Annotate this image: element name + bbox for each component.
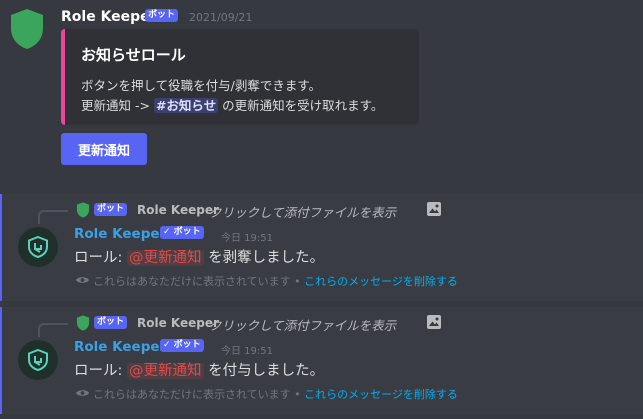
image-icon: [427, 315, 441, 329]
image-icon: [427, 202, 441, 216]
ephemeral-message: ボット Role Keeper クリックして添付ファイルを表示 Role Kee…: [0, 307, 643, 414]
bot-tag: ボット: [145, 9, 179, 22]
avatar[interactable]: [18, 340, 58, 380]
reply-preview[interactable]: クリックして添付ファイルを表示: [209, 315, 396, 334]
message-timestamp: 今日 19:51: [221, 346, 273, 357]
ephemeral-note: これらはあなただけに表示されています • これらのメッセージを削除する: [93, 386, 458, 402]
reply-author[interactable]: Role Keeper: [137, 316, 219, 330]
update-notification-button[interactable]: 更新通知: [61, 133, 147, 165]
embed-title: お知らせロール: [81, 46, 186, 64]
content-text: ロール:: [74, 250, 123, 266]
ephemeral-message: ボット Role Keeper クリックして添付ファイルを表示 Role Kee…: [0, 194, 643, 301]
reply-connector: [38, 323, 68, 337]
ephemeral-note: これらはあなただけに表示されています • これらのメッセージを削除する: [93, 273, 458, 289]
delete-messages-link[interactable]: これらのメッセージを削除する: [304, 388, 458, 401]
bot-tag: ボット: [94, 316, 128, 329]
message-author[interactable]: Role Keeper: [74, 226, 166, 242]
content-text: を剥奪しました。: [208, 250, 325, 266]
embed-description-line: 更新通知 -> #お知らせ の更新通知を受け取れます。: [81, 95, 383, 114]
ephemeral-note-text: これらはあなただけに表示されています •: [93, 388, 301, 401]
message-timestamp: 今日 19:51: [221, 233, 273, 244]
channel-mention[interactable]: #お知らせ: [153, 98, 219, 113]
message-author[interactable]: Role Keeper: [61, 9, 157, 25]
avatar-icon: [28, 348, 48, 372]
reply-connector: [38, 210, 68, 224]
delete-messages-link[interactable]: これらのメッセージを削除する: [304, 275, 458, 288]
bot-shield-avatar-icon[interactable]: [9, 8, 45, 50]
role-mention[interactable]: @更新通知: [127, 363, 204, 379]
message-content: ロール: @更新通知 を剥奪しました。: [74, 246, 324, 267]
content-text: ロール:: [74, 363, 123, 379]
verified-bot-tag: ✓ ボット: [160, 339, 204, 352]
shield-icon: [76, 202, 90, 218]
ephemeral-note-text: これらはあなただけに表示されています •: [93, 275, 301, 288]
reply-author[interactable]: Role Keeper: [137, 203, 219, 217]
message-timestamp: 2021/09/21: [189, 11, 253, 24]
embed-text: 更新通知 ->: [81, 98, 150, 113]
shield-icon: [76, 315, 90, 331]
eye-icon: [75, 277, 90, 283]
bot-tag: ボット: [94, 203, 128, 216]
message-content: ロール: @更新通知 を付与しました。: [74, 359, 324, 380]
embed-text: の更新通知を受け取れます。: [222, 98, 384, 113]
embed-description-line: ボタンを押して役職を付与/剥奪できます。: [81, 78, 322, 93]
eye-icon: [75, 390, 90, 396]
content-text: を付与しました。: [208, 363, 325, 379]
embed: お知らせロール ボタンを押して役職を付与/剥奪できます。 更新通知 -> #お知…: [61, 29, 419, 125]
reply-preview[interactable]: クリックして添付ファイルを表示: [209, 202, 396, 221]
avatar-icon: [28, 235, 48, 259]
message-author[interactable]: Role Keeper: [74, 339, 166, 355]
avatar[interactable]: [18, 227, 58, 267]
verified-bot-tag: ✓ ボット: [160, 226, 204, 239]
role-mention[interactable]: @更新通知: [127, 250, 204, 266]
